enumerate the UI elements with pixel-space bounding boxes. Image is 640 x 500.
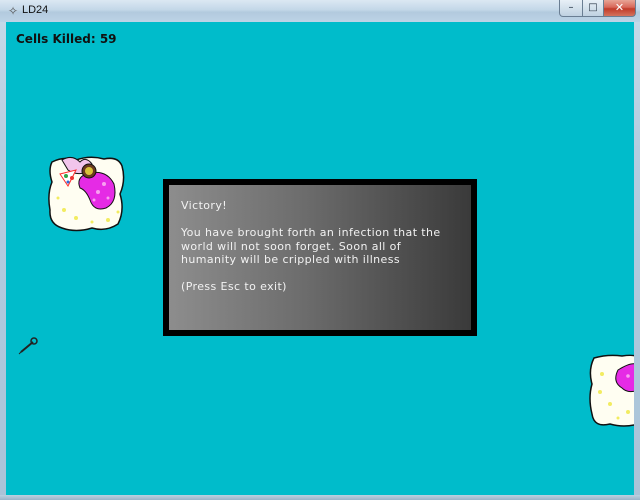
window-bottom-edge — [0, 495, 640, 500]
close-button[interactable]: ✕ — [603, 0, 636, 17]
window-title: LD24 — [22, 4, 49, 16]
title-bar[interactable]: ✧ LD24 – □ ✕ — [0, 0, 640, 22]
dialog-message: You have brought forth an infection that… — [181, 226, 441, 266]
game-canvas[interactable]: Cells Killed: 59 Victory! You have broug… — [6, 22, 634, 495]
infected-cell — [48, 156, 125, 232]
app-icon: ✧ — [7, 4, 19, 18]
dialog-hint: (Press Esc to exit) — [181, 280, 287, 293]
cells-killed-counter: Cells Killed: 59 — [16, 32, 117, 46]
maximize-button[interactable]: □ — [582, 0, 604, 17]
game-window: ✧ LD24 – □ ✕ Cells Killed: 59 Victory! Y… — [0, 0, 640, 500]
syringe-icon — [18, 337, 38, 355]
minimize-button[interactable]: – — [559, 0, 583, 17]
dialog-heading: Victory! — [181, 199, 228, 212]
victory-dialog: Victory! You have brought forth an infec… — [163, 179, 477, 336]
healthy-cell — [589, 354, 634, 427]
victory-dialog-body: Victory! You have brought forth an infec… — [169, 185, 471, 330]
